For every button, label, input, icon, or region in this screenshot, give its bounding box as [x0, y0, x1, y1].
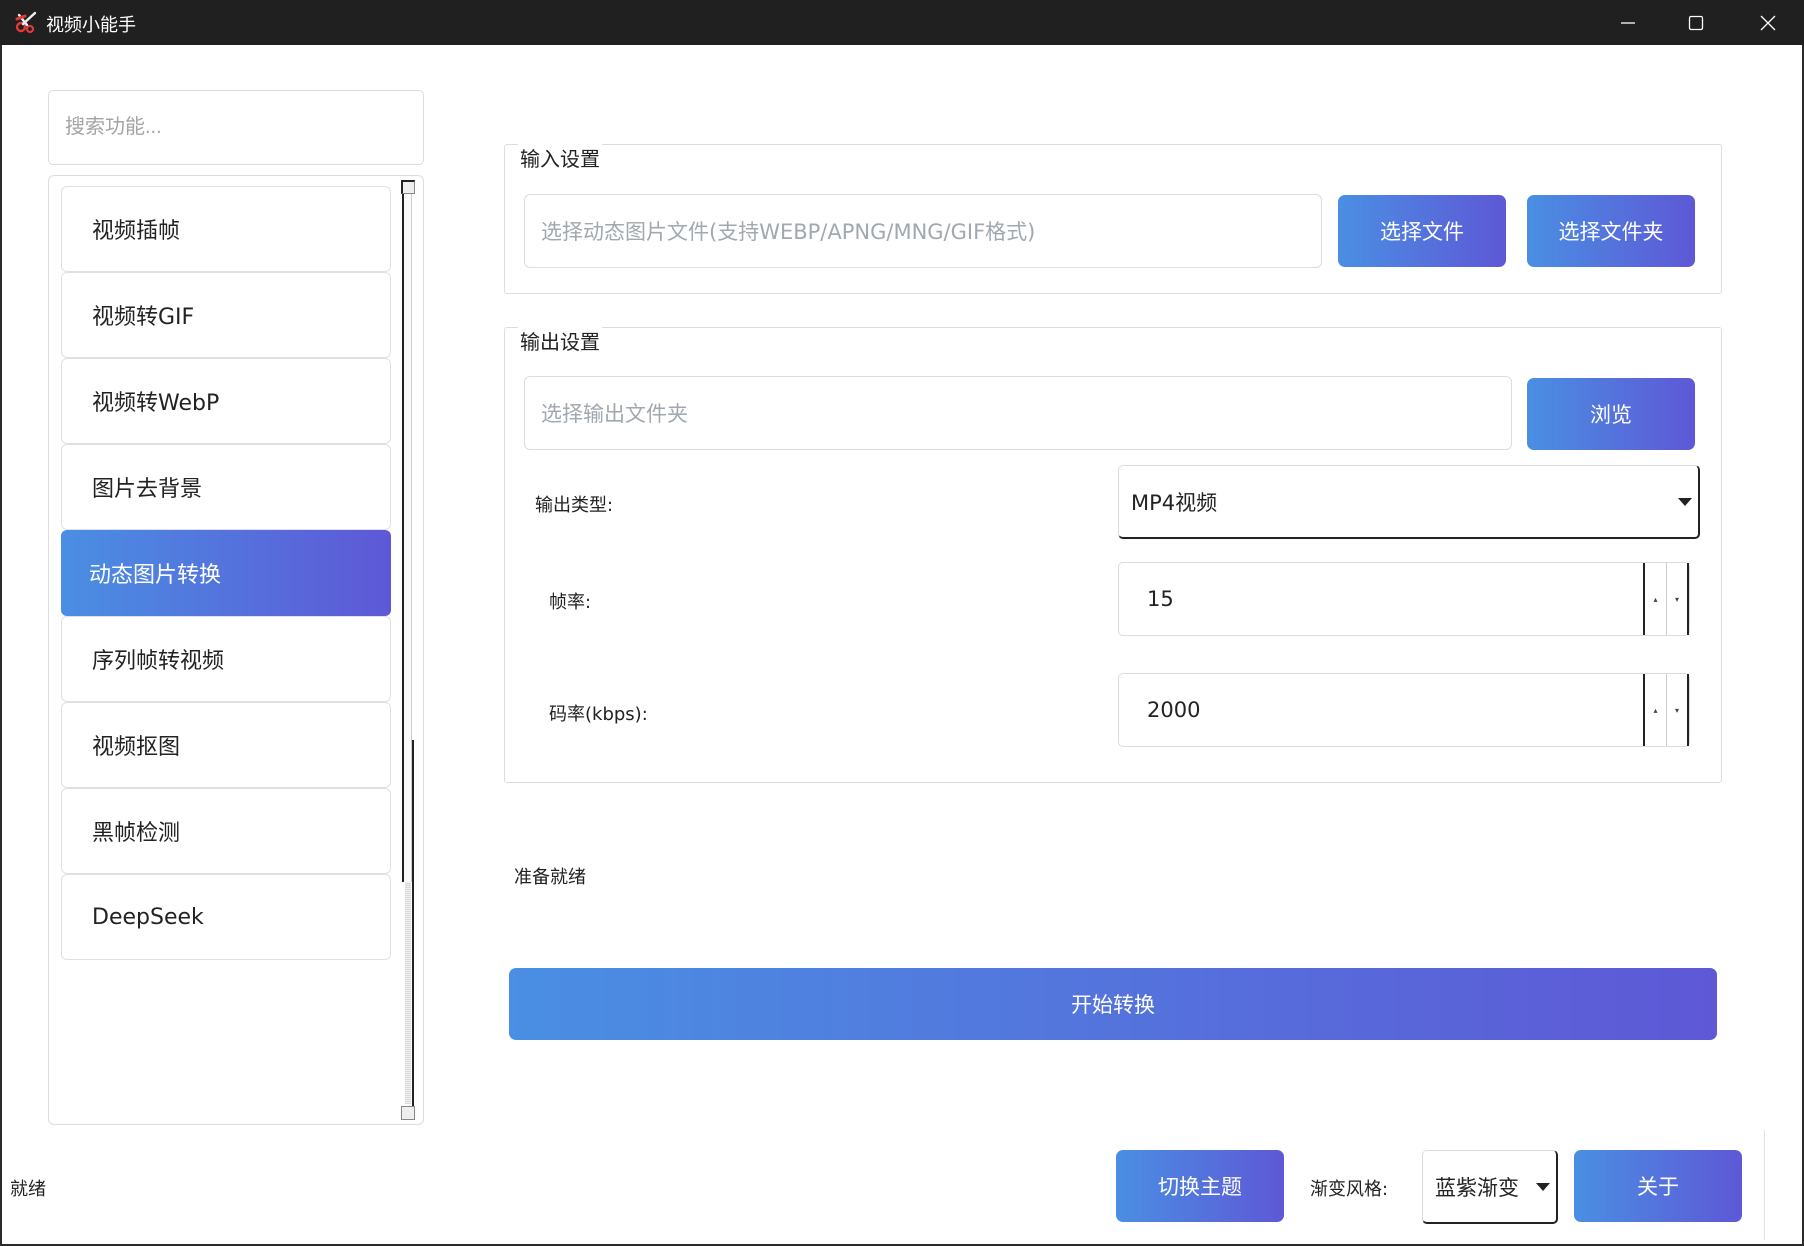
- sidebar-item-label: 图片去背景: [92, 477, 203, 502]
- sidebar-item-label: 视频插帧: [92, 219, 181, 244]
- status-bar-text: 就绪: [10, 1179, 46, 1200]
- maximize-icon: [1688, 15, 1704, 30]
- fps-stepper: ▴ ▾: [1643, 563, 1689, 635]
- window-title: 视频小能手: [46, 15, 136, 36]
- sidebar-item-video-to-webp[interactable]: 视频转WebP: [61, 358, 391, 444]
- minimize-button[interactable]: [1592, 0, 1664, 45]
- fps-value: 15: [1147, 587, 1174, 611]
- maximize-button[interactable]: [1660, 0, 1732, 45]
- sidebar-item-deepseek[interactable]: DeepSeek: [61, 874, 391, 960]
- output-settings-title: 输出设置: [518, 326, 602, 355]
- sidebar-item-frames-to-video[interactable]: 序列帧转视频: [61, 616, 391, 702]
- scrollbar-thumb-edge: [402, 740, 414, 1110]
- sidebar-item-label: 序列帧转视频: [92, 649, 225, 674]
- sidebar-item-label: 视频抠图: [92, 735, 181, 760]
- select-folder-button[interactable]: 选择文件夹: [1527, 195, 1695, 267]
- feature-list: 视频插帧 视频转GIF 视频转WebP 图片去背景 动态图片转换 序列帧转视频 …: [48, 175, 424, 1125]
- scroll-up-button[interactable]: [401, 180, 415, 194]
- gradient-style-label: 渐变风格:: [1310, 1179, 1389, 1200]
- output-type-value: MP4视频: [1131, 490, 1218, 515]
- select-file-button[interactable]: 选择文件: [1338, 195, 1506, 267]
- close-icon: [1760, 15, 1776, 30]
- fps-spinbox[interactable]: 15 ▴ ▾: [1118, 562, 1690, 636]
- sidebar-item-video-matting[interactable]: 视频抠图: [61, 702, 391, 788]
- sidebar-item-label: 视频转WebP: [92, 391, 220, 416]
- sidebar-item-video-to-gif[interactable]: 视频转GIF: [61, 272, 391, 358]
- bitrate-value: 2000: [1147, 698, 1201, 722]
- close-button[interactable]: [1732, 0, 1804, 45]
- minimize-icon: [1621, 21, 1635, 24]
- title-bar: 视频小能手: [0, 0, 1804, 45]
- sidebar-item-label: 视频转GIF: [92, 305, 195, 330]
- sidebar-item-video-interpolation[interactable]: 视频插帧: [61, 186, 391, 272]
- sidebar-item-remove-background[interactable]: 图片去背景: [61, 444, 391, 530]
- fps-increment-button[interactable]: ▴: [1645, 563, 1667, 635]
- output-folder-placeholder: 选择输出文件夹: [541, 402, 688, 426]
- sidebar-item-label: 动态图片转换: [89, 563, 222, 588]
- browse-button[interactable]: 浏览: [1527, 378, 1695, 450]
- bitrate-label: 码率(kbps):: [549, 704, 648, 725]
- fps-label: 帧率:: [549, 592, 592, 613]
- about-button[interactable]: 关于: [1574, 1150, 1742, 1222]
- sidebar-item-animated-image-convert[interactable]: 动态图片转换: [61, 530, 391, 616]
- input-file-placeholder: 选择动态图片文件(支持WEBP/APNG/MNG/GIF格式): [541, 220, 1036, 244]
- chevron-down-icon: [1678, 498, 1692, 506]
- bitrate-increment-button[interactable]: ▴: [1645, 674, 1667, 746]
- gradient-style-value: 蓝紫渐变: [1435, 1175, 1519, 1200]
- main-window: 视频插帧 视频转GIF 视频转WebP 图片去背景 动态图片转换 序列帧转视频 …: [2, 45, 1802, 1244]
- bitrate-stepper: ▴ ▾: [1643, 674, 1689, 746]
- conversion-status: 准备就绪: [514, 867, 586, 888]
- bitrate-decrement-button[interactable]: ▾: [1667, 674, 1689, 746]
- switch-theme-button[interactable]: 切换主题: [1116, 1150, 1284, 1222]
- sidebar-item-label: 黑帧检测: [92, 821, 181, 846]
- output-type-label: 输出类型:: [535, 495, 614, 516]
- sidebar-item-black-frame-detect[interactable]: 黑帧检测: [61, 788, 391, 874]
- input-file-field[interactable]: 选择动态图片文件(支持WEBP/APNG/MNG/GIF格式): [524, 194, 1322, 268]
- scissors-icon: [15, 11, 37, 34]
- input-settings-title: 输入设置: [518, 143, 602, 172]
- chevron-down-icon: [1536, 1183, 1550, 1191]
- output-type-select[interactable]: MP4视频: [1118, 465, 1700, 539]
- bitrate-spinbox[interactable]: 2000 ▴ ▾: [1118, 673, 1690, 747]
- divider: [1764, 1130, 1765, 1240]
- sidebar-scrollbar[interactable]: [400, 180, 416, 1120]
- fps-decrement-button[interactable]: ▾: [1667, 563, 1689, 635]
- start-convert-button[interactable]: 开始转换: [509, 968, 1717, 1040]
- sidebar-item-label: DeepSeek: [92, 904, 204, 930]
- search-input[interactable]: [48, 90, 424, 165]
- scroll-down-button[interactable]: [401, 1106, 415, 1120]
- gradient-style-select[interactable]: 蓝紫渐变: [1422, 1150, 1558, 1224]
- output-folder-field[interactable]: 选择输出文件夹: [524, 376, 1512, 450]
